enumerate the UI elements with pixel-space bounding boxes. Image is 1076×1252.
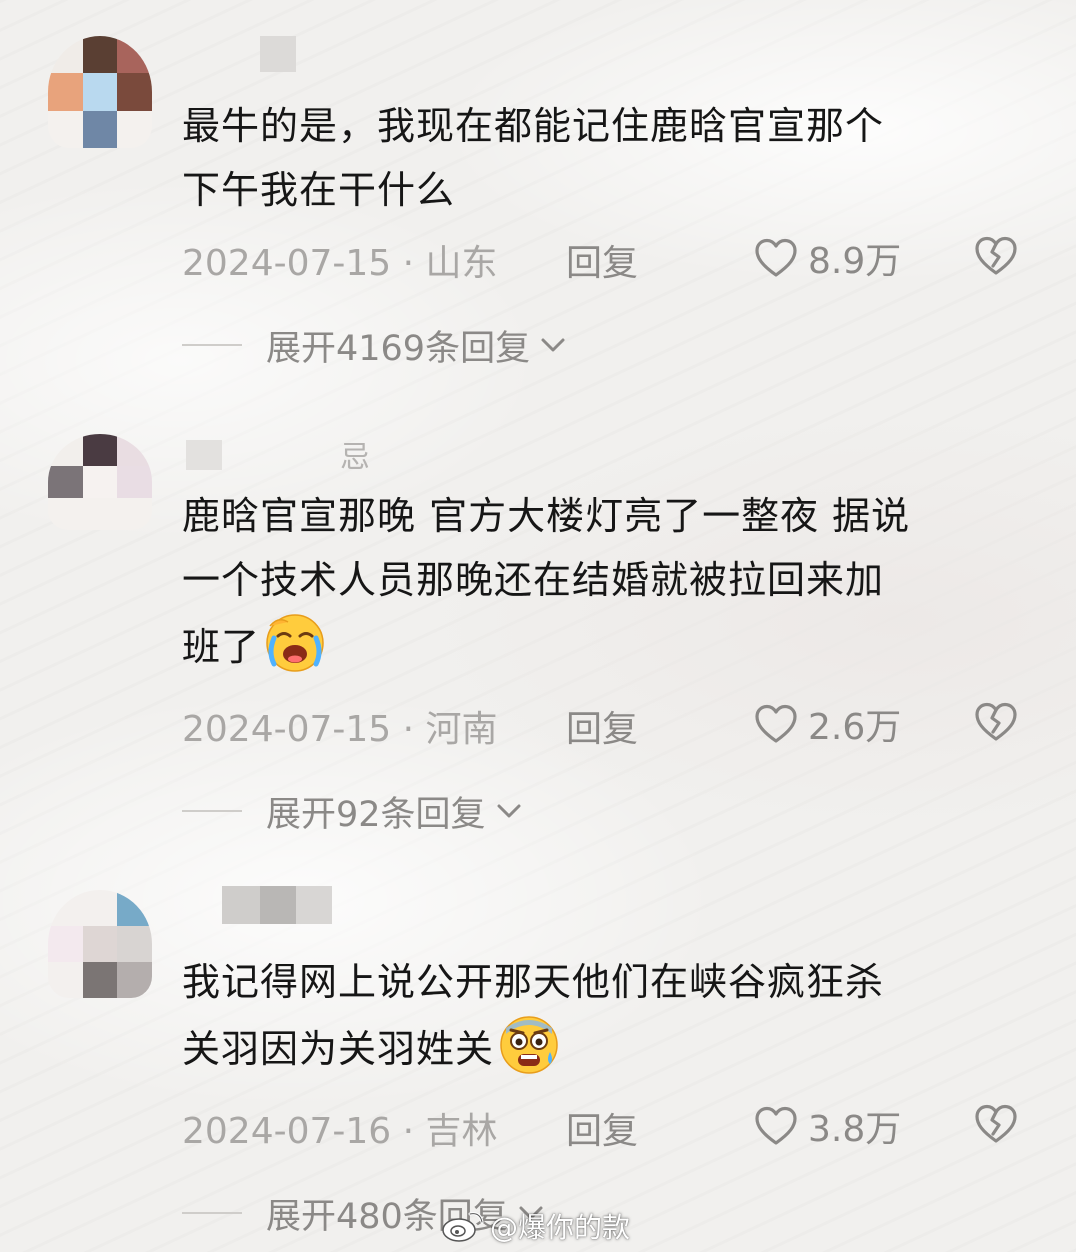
- divider: [182, 344, 242, 346]
- expand-replies[interactable]: 展开4169条回复: [182, 320, 568, 370]
- expand-replies-label: 展开4169条回复: [266, 328, 531, 369]
- avatar[interactable]: [48, 36, 152, 148]
- watermark: @爆你的款: [440, 1206, 630, 1246]
- like-count: 8.9万: [808, 241, 902, 282]
- heart-icon: [755, 704, 797, 743]
- username-blurred[interactable]: [260, 36, 296, 72]
- username-blurred[interactable]: [222, 886, 332, 924]
- like-count: 3.8万: [808, 1109, 902, 1150]
- comment-meta: 2024-07-16 · 吉林 回复 3.8万: [182, 1102, 1042, 1152]
- comment-text-line: 最牛的是，我现在都能记住鹿晗官宣那个: [182, 104, 885, 148]
- broken-heart-icon: [975, 1104, 1017, 1143]
- divider: [182, 1212, 242, 1214]
- dislike-button[interactable]: [972, 1100, 1020, 1157]
- chevron-down-icon: [541, 338, 565, 352]
- expand-replies[interactable]: 展开92条回复: [182, 786, 524, 836]
- username-blurred[interactable]: [186, 440, 222, 470]
- like-button[interactable]: 8.9万: [752, 232, 901, 284]
- divider: [182, 810, 242, 812]
- comment-text: 最牛的是，我现在都能记住鹿晗官宣那个 下午我在干什么: [182, 94, 1032, 222]
- expand-replies-label: 展开92条回复: [266, 794, 486, 835]
- like-count: 2.6万: [808, 707, 902, 748]
- like-button[interactable]: 3.8万: [752, 1100, 901, 1152]
- avatar[interactable]: [48, 434, 152, 530]
- comment-text: 鹿晗官宣那晚 官方大楼灯亮了一整夜 据说 一个技术人员那晚还在结婚就被拉回来加 …: [182, 484, 1032, 679]
- dislike-button[interactable]: [972, 232, 1020, 289]
- date-location: 2024-07-15 · 河南: [182, 709, 498, 750]
- reply-button[interactable]: 回复: [566, 234, 638, 286]
- comment-meta: 2024-07-15 · 河南 回复 2.6万: [182, 700, 1042, 750]
- comment-text-line: 一个技术人员那晚还在结婚就被拉回来加: [182, 558, 885, 602]
- loudly-crying-face-icon: [266, 614, 324, 672]
- date-location: 2024-07-15 · 山东: [182, 243, 498, 284]
- broken-heart-icon: [975, 236, 1017, 275]
- comment-text-line: 下午我在干什么: [182, 168, 456, 212]
- comment-text-line: 鹿晗官宣那晚 官方大楼灯亮了一整夜 据说: [182, 494, 911, 538]
- comment-meta: 2024-07-15 · 山东 回复 8.9万: [182, 234, 1042, 284]
- username-fragment: 忌: [340, 440, 370, 475]
- chevron-down-icon: [497, 804, 521, 818]
- heart-icon: [755, 238, 797, 277]
- reply-button[interactable]: 回复: [566, 700, 638, 752]
- watermark-text: @爆你的款: [490, 1211, 631, 1244]
- like-button[interactable]: 2.6万: [752, 698, 901, 750]
- comment-text: 我记得网上说公开那天他们在峡谷疯狂杀 关羽因为关羽姓关: [182, 950, 1032, 1081]
- heart-icon: [755, 1106, 797, 1145]
- avatar[interactable]: [48, 890, 152, 998]
- date-location: 2024-07-16 · 吉林: [182, 1111, 498, 1152]
- comment-text-line: 我记得网上说公开那天他们在峡谷疯狂杀: [182, 960, 885, 1004]
- reply-button[interactable]: 回复: [566, 1102, 638, 1154]
- comment-text-line: 关羽因为关羽姓关: [182, 1014, 1032, 1081]
- broken-heart-icon: [975, 702, 1017, 741]
- fearful-face-icon: [500, 1016, 558, 1074]
- weibo-logo-icon: [442, 1212, 484, 1242]
- dislike-button[interactable]: [972, 698, 1020, 755]
- comment-text-line: 班了: [182, 612, 1032, 679]
